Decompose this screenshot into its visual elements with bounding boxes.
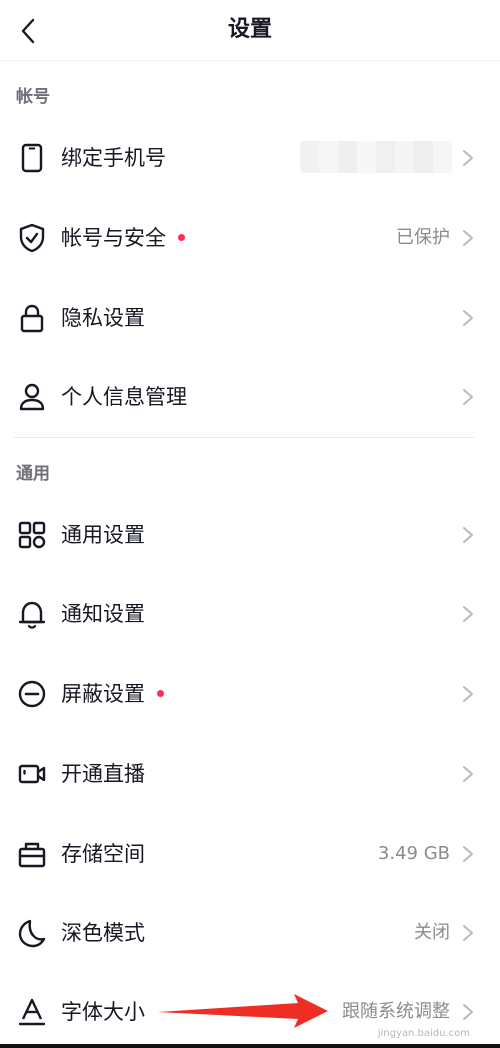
settings-item-value: 3.49 GB — [377, 843, 450, 864]
page-title: 设置 — [227, 17, 272, 42]
chevron-right-icon — [462, 845, 474, 863]
settings-item-value: 关闭 — [414, 922, 450, 943]
chevron-right-icon — [462, 149, 474, 167]
settings-item-privacy[interactable]: 隐私设置 — [0, 283, 500, 353]
settings-item-storage[interactable]: 存储空间 3.49 GB — [0, 819, 500, 889]
settings-item-personal-info[interactable]: 个人信息管理 — [0, 362, 500, 432]
chevron-right-icon — [462, 1003, 474, 1021]
header-divider — [0, 60, 500, 61]
chevron-right-icon — [462, 309, 474, 327]
settings-item-bind-phone[interactable]: 绑定手机号 — [0, 123, 500, 193]
settings-item-label: 存储空间 — [61, 842, 145, 866]
settings-item-label: 字体大小 — [61, 1000, 145, 1024]
settings-item-label: 深色模式 — [61, 921, 145, 945]
settings-item-value: 已保护 — [396, 227, 450, 248]
bell-icon — [16, 598, 48, 630]
notification-dot — [157, 689, 164, 697]
grid-icon — [16, 519, 48, 551]
settings-item-live[interactable]: 开通直播 — [0, 739, 500, 809]
watermark-text: jingyan.baidu.com — [377, 1028, 470, 1039]
video-camera-icon — [16, 758, 48, 790]
settings-item-label: 隐私设置 — [61, 306, 145, 330]
storage-box-icon — [16, 838, 48, 870]
section-title-general: 通用 — [16, 464, 50, 484]
blurred-phone-number — [300, 141, 452, 173]
chevron-right-icon — [462, 924, 474, 942]
settings-item-label: 通用设置 — [61, 523, 145, 547]
font-size-icon — [16, 996, 48, 1028]
phone-icon — [16, 142, 48, 174]
settings-item-label: 绑定手机号 — [61, 146, 166, 170]
shield-check-icon — [16, 222, 48, 254]
settings-item-label: 屏蔽设置 — [61, 659, 164, 729]
chevron-right-icon — [462, 765, 474, 783]
settings-item-blocking[interactable]: 屏蔽设置 — [0, 659, 500, 729]
bottom-edge — [0, 1044, 500, 1048]
settings-item-dark-mode[interactable]: 深色模式 关闭 — [0, 898, 500, 968]
notification-dot — [178, 233, 185, 241]
chevron-right-icon — [462, 388, 474, 406]
moon-icon — [16, 917, 48, 949]
person-icon — [16, 381, 48, 413]
top-bar: 设置 — [0, 0, 500, 60]
settings-item-label: 开通直播 — [61, 762, 145, 786]
section-divider — [14, 437, 474, 438]
chevron-right-icon — [462, 229, 474, 247]
section-title-account: 帐号 — [16, 87, 50, 107]
chevron-right-icon — [462, 685, 474, 703]
settings-item-notifications[interactable]: 通知设置 — [0, 579, 500, 649]
chevron-right-icon — [462, 526, 474, 544]
settings-item-label: 通知设置 — [61, 602, 145, 626]
settings-item-label: 帐号与安全 — [61, 203, 185, 273]
lock-icon — [16, 302, 48, 334]
settings-item-label: 个人信息管理 — [61, 385, 187, 409]
settings-item-account-security[interactable]: 帐号与安全 已保护 — [0, 203, 500, 273]
chevron-right-icon — [462, 605, 474, 623]
block-icon — [16, 678, 48, 710]
settings-item-general[interactable]: 通用设置 — [0, 500, 500, 570]
